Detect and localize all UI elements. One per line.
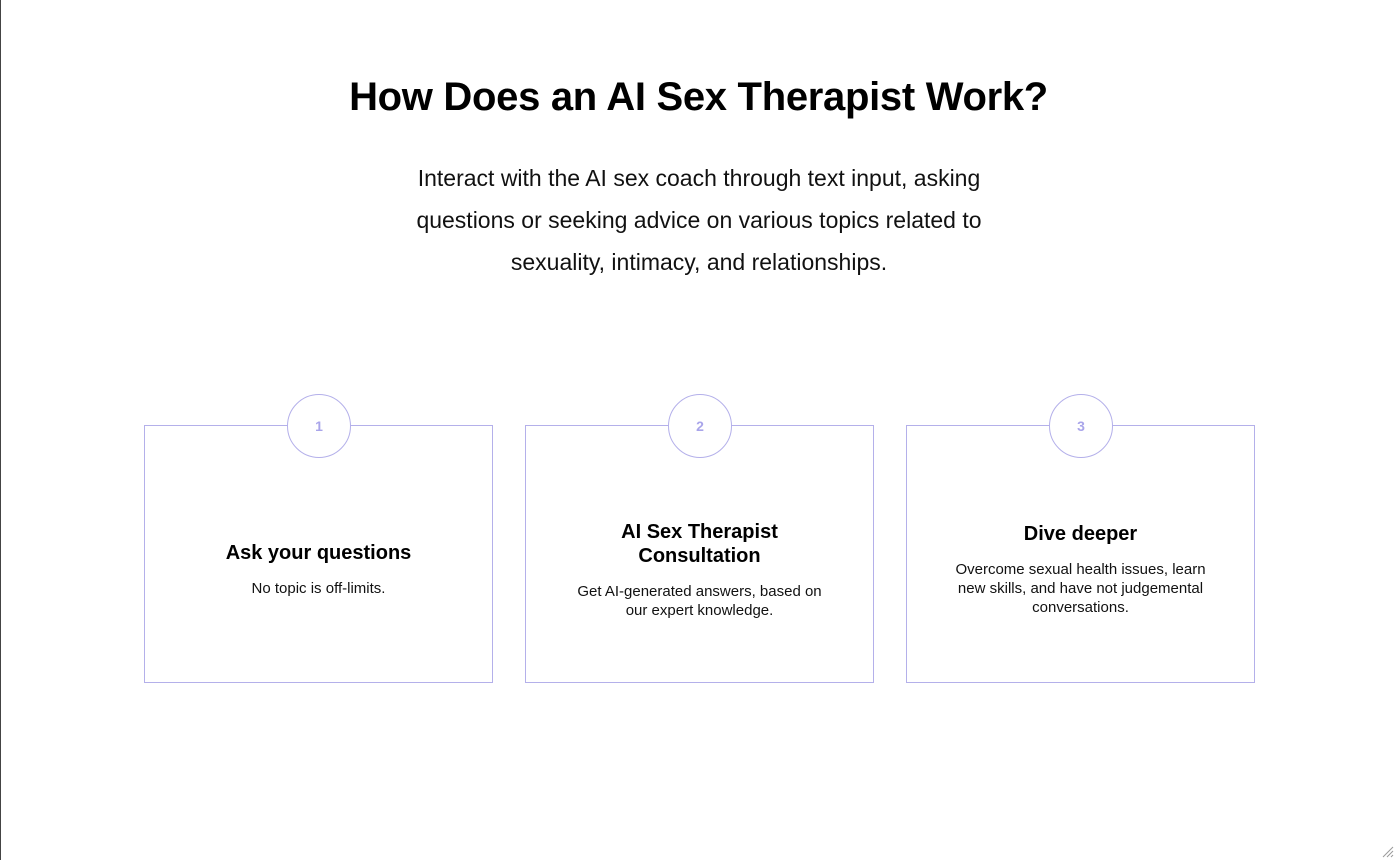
step-title: AI Sex Therapist Consultation xyxy=(621,520,778,567)
step-description: Overcome sexual health issues, learn new… xyxy=(955,561,1206,616)
step-body: Ask your questions No topic is off-limit… xyxy=(145,457,492,682)
step-number-badge: 2 xyxy=(668,394,732,458)
how-it-works-section: How Does an AI Sex Therapist Work? Inter… xyxy=(1,0,1396,860)
step-card-3: 3 Dive deeper Overcome sexual health iss… xyxy=(906,394,1255,683)
step-card-1: 1 Ask your questions No topic is off-lim… xyxy=(144,394,493,683)
step-number-badge: 3 xyxy=(1049,394,1113,458)
page-title: How Does an AI Sex Therapist Work? xyxy=(349,75,1048,119)
step-title: Dive deeper xyxy=(1023,523,1138,545)
step-description: Get AI-generated answers, based on our e… xyxy=(577,582,822,619)
step-body: AI Sex Therapist Consultation Get AI-gen… xyxy=(526,457,873,682)
step-description: No topic is off-limits. xyxy=(251,580,386,597)
page-subtitle: Interact with the AI sex coach through t… xyxy=(416,165,982,275)
step-body: Dive deeper Overcome sexual health issue… xyxy=(907,457,1254,682)
step-card-2: 2 AI Sex Therapist Consultation Get AI-g… xyxy=(525,394,874,683)
resize-grip-icon[interactable] xyxy=(1382,846,1394,858)
steps-list: 1 Ask your questions No topic is off-lim… xyxy=(144,394,1255,684)
step-number-badge: 1 xyxy=(287,394,351,458)
step-title: Ask your questions xyxy=(225,542,412,564)
